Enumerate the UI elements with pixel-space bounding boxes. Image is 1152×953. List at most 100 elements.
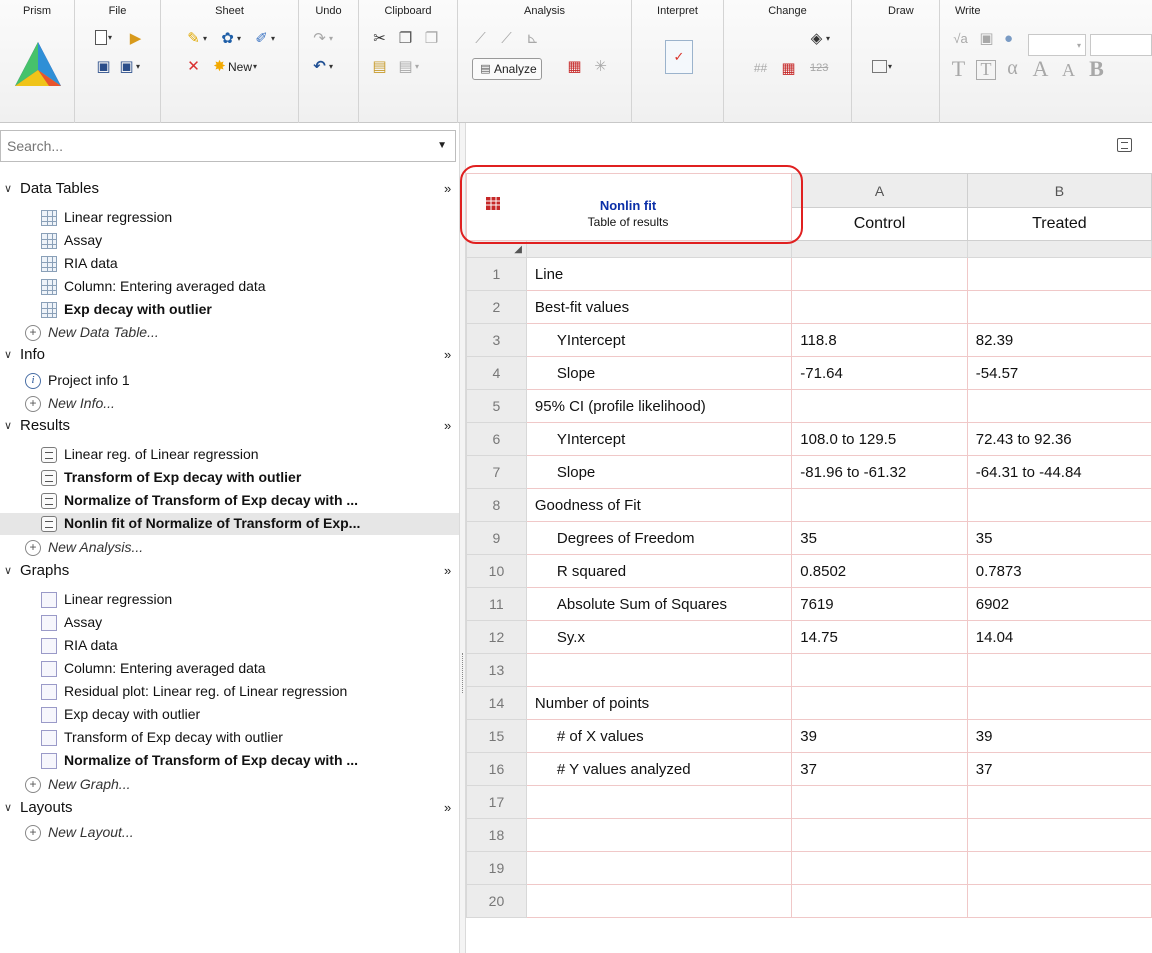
search-input[interactable] — [7, 136, 427, 156]
row-label-cell[interactable]: # Y values analyzed — [525, 752, 793, 786]
column-letter-a[interactable]: A — [791, 173, 968, 208]
row-number[interactable]: 14 — [466, 686, 527, 720]
row-label-cell[interactable]: Line — [525, 257, 793, 291]
row-number[interactable]: 18 — [466, 818, 527, 852]
cell-treated[interactable] — [966, 851, 1152, 885]
save-as-icon[interactable]: ▣ ▾ — [118, 58, 140, 75]
cell-control[interactable] — [791, 884, 968, 918]
row-label-cell[interactable]: Absolute Sum of Squares — [525, 587, 793, 621]
row-number[interactable]: 2 — [466, 290, 527, 324]
nonlinear-regression-icon[interactable]: ⟋ — [498, 30, 515, 47]
nav-item-info[interactable]: i Project info 1 — [0, 370, 460, 392]
cut-icon[interactable]: ✂ — [371, 30, 388, 47]
row-number[interactable]: 4 — [466, 356, 527, 390]
nav-item-graph[interactable]: Exp decay with outlier — [0, 704, 460, 726]
new-sheet-button[interactable]: ✸ New ▾ — [211, 58, 257, 75]
decrease-font-icon[interactable]: A — [1060, 61, 1077, 79]
cell-control[interactable] — [791, 653, 968, 687]
cell-control[interactable] — [791, 686, 968, 720]
new-analysis-link[interactable]: + New Analysis... — [0, 537, 460, 559]
new-info-link[interactable]: + New Info... — [0, 393, 460, 415]
nav-item-result[interactable]: Transform of Exp decay with outlier — [0, 467, 460, 489]
cell-treated[interactable]: 39 — [966, 719, 1152, 753]
row-number[interactable]: 10 — [466, 554, 527, 588]
cell-treated[interactable] — [966, 653, 1152, 687]
expand-more-icon[interactable]: » — [444, 418, 451, 433]
save-icon[interactable]: ▣ — [95, 58, 112, 75]
row-label-cell[interactable]: Best-fit values — [525, 290, 793, 324]
search-box[interactable]: ▼ — [0, 130, 456, 162]
increase-font-icon[interactable]: A — [1032, 58, 1049, 80]
cell-treated[interactable]: 37 — [966, 752, 1152, 786]
view-mode-icon[interactable] — [1117, 138, 1132, 152]
nav-item-data-table[interactable]: Linear regression — [0, 207, 460, 229]
nav-item-graph[interactable]: Column: Entering averaged data — [0, 658, 460, 680]
cell-control[interactable]: 14.75 — [791, 620, 968, 654]
cell-treated[interactable]: 72.43 to 92.36 — [966, 422, 1152, 456]
new-layout-link[interactable]: + New Layout... — [0, 822, 460, 844]
cell-treated[interactable]: -54.57 — [966, 356, 1152, 390]
row-label-cell[interactable]: 95% CI (profile likelihood) — [525, 389, 793, 423]
new-data-table-link[interactable]: + New Data Table... — [0, 322, 460, 344]
cell-treated[interactable] — [966, 290, 1152, 324]
cell-treated[interactable] — [966, 389, 1152, 423]
expand-more-icon[interactable]: » — [444, 181, 451, 196]
bold-icon[interactable]: B — [1088, 58, 1105, 80]
section-info[interactable]: ∨ Info » — [0, 345, 460, 367]
text-icon[interactable]: T — [950, 58, 967, 80]
row-number[interactable]: 15 — [466, 719, 527, 753]
graph-analysis-icon[interactable]: ⊾ — [524, 30, 541, 47]
cell-treated[interactable]: 6902 — [966, 587, 1152, 621]
cell-control[interactable] — [791, 818, 968, 852]
nav-item-graph[interactable]: RIA data — [0, 635, 460, 657]
row-number[interactable]: 3 — [466, 323, 527, 357]
draw-shape-icon[interactable]: ▾ — [872, 60, 892, 73]
row-label-cell[interactable]: Slope — [525, 356, 793, 390]
chevron-down-icon[interactable]: ∨ — [4, 348, 12, 361]
row-label-cell[interactable] — [525, 851, 793, 885]
new-graph-link[interactable]: + New Graph... — [0, 774, 460, 796]
row-label-cell[interactable]: YIntercept — [525, 422, 793, 456]
nav-item-result[interactable]: Linear reg. of Linear regression — [0, 444, 460, 466]
chevron-down-icon[interactable]: ∨ — [4, 419, 12, 432]
row-number[interactable]: 17 — [466, 785, 527, 819]
nav-item-graph[interactable]: Residual plot: Linear reg. of Linear reg… — [0, 681, 460, 703]
row-label-cell[interactable]: Slope — [525, 455, 793, 489]
row-label-cell[interactable]: Number of points — [525, 686, 793, 720]
nav-item-graph[interactable]: Assay — [0, 612, 460, 634]
row-label-cell[interactable]: Degrees of Freedom — [525, 521, 793, 555]
cell-treated[interactable] — [966, 686, 1152, 720]
column-title-b[interactable]: Treated — [966, 207, 1152, 241]
row-number[interactable]: 16 — [466, 752, 527, 786]
greek-alpha-icon[interactable]: α — [1004, 58, 1021, 78]
nav-item-data-table[interactable]: RIA data — [0, 253, 460, 275]
cell-treated[interactable]: -64.31 to -44.84 — [966, 455, 1152, 489]
word-object-icon[interactable]: ▣ — [978, 30, 995, 47]
copy-special-icon[interactable]: ❐ — [423, 30, 440, 47]
cell-treated[interactable] — [966, 488, 1152, 522]
magic-wand-icon[interactable]: ✳ — [592, 58, 609, 75]
cell-control[interactable] — [791, 257, 968, 291]
checklist-icon[interactable]: ✓ — [665, 40, 693, 74]
cell-control[interactable]: 108.0 to 129.5 — [791, 422, 968, 456]
cell-control[interactable]: 37 — [791, 752, 968, 786]
decimal-format-icon[interactable]: 123 — [810, 60, 828, 77]
chevron-down-icon[interactable]: ∨ — [4, 801, 12, 814]
chevron-down-icon[interactable]: ∨ — [4, 182, 12, 195]
row-number[interactable]: 9 — [466, 521, 527, 555]
cell-treated[interactable] — [966, 257, 1152, 291]
expand-more-icon[interactable]: » — [444, 563, 451, 578]
analyze-button[interactable]: ▤ Analyze — [472, 58, 542, 80]
nav-item-graph[interactable]: Linear regression — [0, 589, 460, 611]
cell-control[interactable]: 35 — [791, 521, 968, 555]
info-add-icon[interactable]: ● — [1000, 30, 1017, 47]
nav-item-result[interactable]: Normalize of Transform of Exp decay with… — [0, 490, 460, 512]
paste-icon[interactable]: ▤ — [371, 58, 388, 75]
cell-treated[interactable]: 14.04 — [966, 620, 1152, 654]
row-label-cell[interactable]: Sy.x — [525, 620, 793, 654]
chevron-down-icon[interactable]: ▼ — [437, 140, 447, 151]
cell-treated[interactable]: 82.39 — [966, 323, 1152, 357]
expand-more-icon[interactable]: » — [444, 800, 451, 815]
row-label-cell[interactable] — [525, 653, 793, 687]
cell-control[interactable] — [791, 785, 968, 819]
